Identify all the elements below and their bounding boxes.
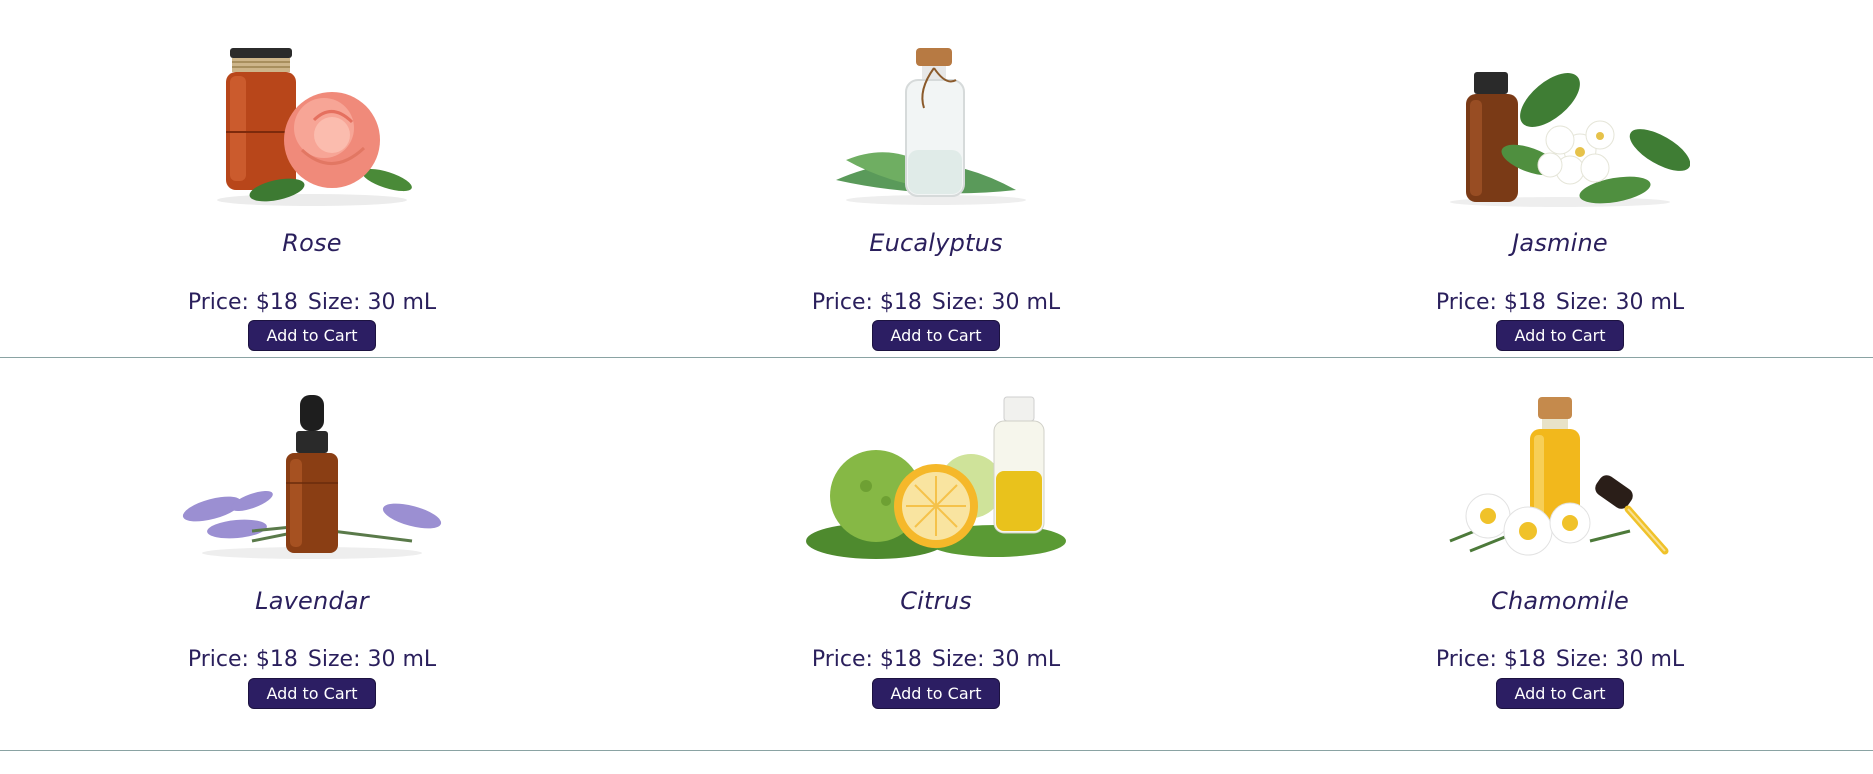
size-label: Size: 30 mL bbox=[307, 290, 437, 315]
price-label: Price: $18 bbox=[811, 290, 922, 315]
add-to-cart-button[interactable]: Add to Cart bbox=[872, 320, 1000, 351]
product-card-citrus: Citrus Price: $18 Size: 30 mL Add to Cart bbox=[624, 358, 1248, 751]
lavender-oil-bottle-icon bbox=[182, 391, 442, 561]
product-name: Lavendar bbox=[255, 587, 369, 615]
row-divider bbox=[0, 750, 1873, 751]
jasmine-oil-bottle-icon bbox=[1450, 72, 1690, 207]
product-meta: Price: $18 Size: 30 mL bbox=[1248, 647, 1872, 672]
product-name: Citrus bbox=[900, 587, 972, 615]
price-label: Price: $18 bbox=[1435, 290, 1546, 315]
product-name: Chamomile bbox=[1490, 587, 1630, 615]
product-card-rose: Rose Price: $18 Size: 30 mL Add to Cart bbox=[0, 0, 624, 358]
price-label: Price: $18 bbox=[1435, 647, 1546, 672]
product-name: Jasmine bbox=[1512, 229, 1608, 257]
size-label: Size: 30 mL bbox=[931, 290, 1061, 315]
product-card-lavendar: Lavendar Price: $18 Size: 30 mL Add to Ca… bbox=[0, 358, 624, 751]
product-row: Rose Price: $18 Size: 30 mL Add to Cart E… bbox=[0, 0, 1873, 358]
product-card-jasmine: Jasmine Price: $18 Size: 30 mL Add to Car… bbox=[1248, 0, 1872, 358]
product-grid: Rose Price: $18 Size: 30 mL Add to Cart E… bbox=[0, 0, 1873, 751]
product-meta: Price: $18 Size: 30 mL bbox=[1248, 290, 1872, 315]
size-label: Size: 30 mL bbox=[307, 647, 437, 672]
product-name: Eucalyptus bbox=[869, 229, 1003, 257]
add-to-cart-button[interactable]: Add to Cart bbox=[872, 678, 1000, 709]
product-card-eucalyptus: Eucalyptus Price: $18 Size: 30 mL Add to … bbox=[624, 0, 1248, 358]
price-label: Price: $18 bbox=[187, 647, 298, 672]
add-to-cart-button[interactable]: Add to Cart bbox=[248, 678, 376, 709]
price-label: Price: $18 bbox=[811, 647, 922, 672]
product-meta: Price: $18 Size: 30 mL bbox=[0, 290, 624, 315]
product-row: Lavendar Price: $18 Size: 30 mL Add to Ca… bbox=[0, 358, 1873, 751]
size-label: Size: 30 mL bbox=[1555, 290, 1685, 315]
add-to-cart-button[interactable]: Add to Cart bbox=[1496, 320, 1624, 351]
size-label: Size: 30 mL bbox=[1555, 647, 1685, 672]
product-meta: Price: $18 Size: 30 mL bbox=[624, 290, 1248, 315]
product-meta: Price: $18 Size: 30 mL bbox=[624, 647, 1248, 672]
add-to-cart-button[interactable]: Add to Cart bbox=[248, 320, 376, 351]
size-label: Size: 30 mL bbox=[931, 647, 1061, 672]
product-meta: Price: $18 Size: 30 mL bbox=[0, 647, 624, 672]
product-card-chamomile: Chamomile Price: $18 Size: 30 mL Add to C… bbox=[1248, 358, 1872, 751]
eucalyptus-oil-bottle-icon bbox=[836, 48, 1026, 205]
product-name: Rose bbox=[282, 229, 342, 257]
rose-oil-bottle-icon bbox=[217, 48, 412, 206]
citrus-oil-bottle-icon bbox=[806, 391, 1066, 561]
chamomile-oil-bottle-icon bbox=[1430, 391, 1690, 561]
add-to-cart-button[interactable]: Add to Cart bbox=[1496, 678, 1624, 709]
price-label: Price: $18 bbox=[187, 290, 298, 315]
